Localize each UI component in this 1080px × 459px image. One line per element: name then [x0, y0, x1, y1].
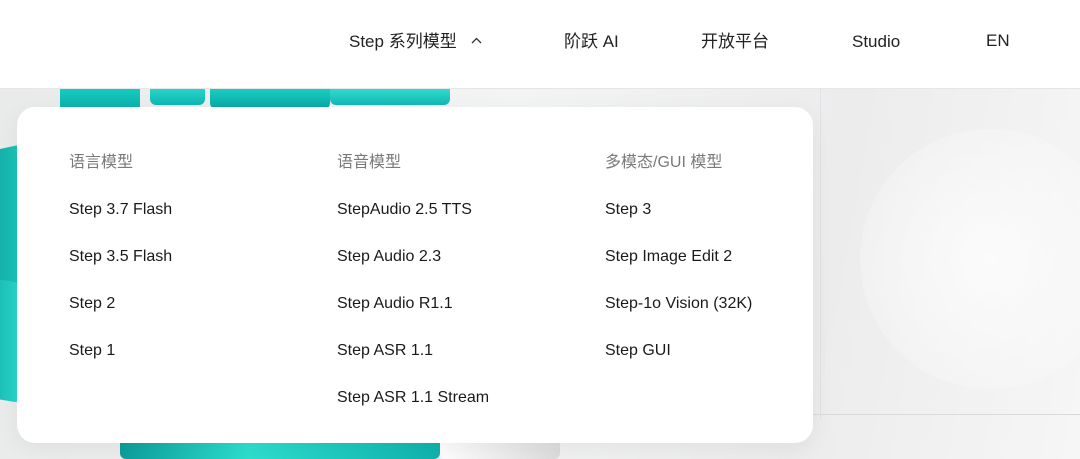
chevron-up-icon — [471, 37, 482, 44]
menu-item-step-asr-1-1[interactable]: Step ASR 1.1 — [337, 340, 489, 362]
decorative-cube — [330, 89, 450, 105]
multimodal-models-column: 多模态/GUI 模型 Step 3 Step Image Edit 2 Step… — [605, 152, 752, 387]
column-title: 语言模型 — [69, 154, 134, 171]
menu-item-step-1[interactable]: Step 1 — [69, 340, 172, 362]
top-navbar: Step 系列模型 阶跃 AI 开放平台 Studio EN — [0, 0, 1080, 89]
audio-models-column: 语音模型 StepAudio 2.5 TTS Step Audio 2.3 St… — [337, 152, 489, 434]
menu-item-step-asr-1-1-stream[interactable]: Step ASR 1.1 Stream — [337, 387, 489, 409]
nav-step-ai[interactable]: 阶跃 AI — [564, 31, 619, 53]
nav-open-platform[interactable]: 开放平台 — [701, 31, 769, 53]
menu-item-step-2[interactable]: Step 2 — [69, 293, 172, 315]
background-glow — [860, 129, 1080, 389]
decorative-cube — [210, 89, 330, 109]
menu-item-step-3-7-flash[interactable]: Step 3.7 Flash — [69, 199, 172, 221]
column-title: 语音模型 — [337, 154, 402, 171]
column-title: 多模态/GUI 模型 — [605, 154, 723, 171]
nav-studio[interactable]: Studio — [852, 31, 900, 53]
menu-item-step-1o-vision[interactable]: Step-1o Vision (32K) — [605, 293, 752, 315]
models-dropdown: 语言模型 Step 3.7 Flash Step 3.5 Flash Step … — [17, 107, 813, 443]
menu-item-step-audio-r1-1[interactable]: Step Audio R1.1 — [337, 293, 489, 315]
menu-item-step-3[interactable]: Step 3 — [605, 199, 752, 221]
background-line — [820, 89, 821, 419]
menu-item-step-gui[interactable]: Step GUI — [605, 340, 752, 362]
menu-item-step-audio-2-3[interactable]: Step Audio 2.3 — [337, 246, 489, 268]
nav-models-label: Step 系列模型 — [349, 32, 457, 51]
language-models-column: 语言模型 Step 3.7 Flash Step 3.5 Flash Step … — [69, 152, 172, 387]
menu-item-stepaudio-2-5-tts[interactable]: StepAudio 2.5 TTS — [337, 199, 489, 221]
page: Step 系列模型 阶跃 AI 开放平台 Studio EN 语言模型 Step… — [0, 0, 1080, 459]
decorative-cube — [150, 89, 205, 105]
nav-models-menu[interactable]: Step 系列模型 — [349, 31, 482, 53]
menu-item-step-image-edit-2[interactable]: Step Image Edit 2 — [605, 246, 752, 268]
language-switch[interactable]: EN — [986, 30, 1010, 52]
menu-item-step-3-5-flash[interactable]: Step 3.5 Flash — [69, 246, 172, 268]
